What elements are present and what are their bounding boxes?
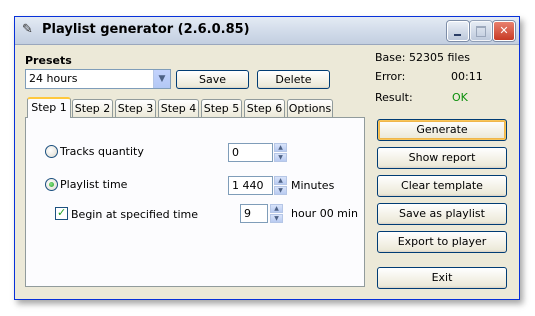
app-icon: ✎ (22, 22, 33, 37)
playlist-time-radio[interactable] (45, 178, 58, 191)
minimize-button[interactable] (447, 21, 469, 41)
show-report-button[interactable]: Show report (377, 147, 507, 169)
playlist-time-input[interactable]: 1 440 (228, 176, 273, 195)
spin-up-icon[interactable]: ▲ (270, 204, 283, 213)
delete-preset-button[interactable]: Delete (257, 70, 330, 89)
tab-step-2[interactable]: Step 2 (72, 99, 113, 117)
spin-up-icon[interactable]: ▲ (274, 176, 287, 185)
tracks-quantity-input[interactable]: 0 (228, 143, 273, 162)
tab-options[interactable]: Options (287, 99, 333, 117)
begin-time-suffix: hour 00 min (291, 207, 358, 220)
playlist-generator-window: ✎ Playlist generator (2.6.0.85) ✕ Preset… (14, 16, 520, 300)
window-title: Playlist generator (2.6.0.85) (42, 22, 250, 37)
tracks-quantity-radio[interactable] (45, 145, 58, 158)
tab-step-1[interactable]: Step 1 (27, 97, 71, 118)
spin-down-icon[interactable]: ▼ (270, 214, 283, 223)
error-label: Error: (375, 70, 406, 83)
save-preset-button[interactable]: Save (176, 70, 249, 89)
spin-up-icon[interactable]: ▲ (274, 143, 287, 152)
spin-down-icon[interactable]: ▼ (274, 153, 287, 162)
spin-down-icon[interactable]: ▼ (274, 186, 287, 195)
close-button[interactable]: ✕ (493, 21, 515, 41)
begin-hour-input[interactable]: 9 (240, 204, 268, 223)
tab-step-6[interactable]: Step 6 (244, 99, 285, 117)
title-bar[interactable]: ✎ Playlist generator (2.6.0.85) ✕ (15, 17, 519, 45)
step-1-panel (25, 117, 365, 287)
presets-label: Presets (25, 54, 72, 67)
playlist-time-label: Playlist time (60, 178, 128, 191)
checkmark-icon: ✓ (57, 206, 67, 219)
playlist-time-unit: Minutes (291, 179, 335, 192)
generate-button[interactable]: Generate (377, 119, 507, 141)
preset-select[interactable]: 24 hours ▼ (25, 69, 171, 89)
begin-at-time-label: Begin at specified time (71, 208, 198, 221)
exit-button[interactable]: Exit (377, 267, 507, 289)
close-icon: ✕ (499, 24, 509, 37)
tracks-quantity-label: Tracks quantity (60, 145, 144, 158)
result-label: Result: (375, 91, 413, 104)
tab-step-3[interactable]: Step 3 (115, 99, 156, 117)
tracks-quantity-stepper[interactable]: ▲ ▼ (274, 143, 287, 162)
result-value: OK (452, 91, 468, 104)
clear-template-button[interactable]: Clear template (377, 175, 507, 197)
playlist-time-stepper[interactable]: ▲ ▼ (274, 176, 287, 195)
begin-at-time-checkbox[interactable]: ✓ (55, 206, 68, 220)
save-as-playlist-button[interactable]: Save as playlist (377, 203, 507, 225)
begin-hour-stepper[interactable]: ▲ ▼ (270, 204, 283, 223)
tab-step-4[interactable]: Step 4 (158, 99, 199, 117)
maximize-button[interactable] (470, 21, 492, 41)
error-value: 00:11 (451, 70, 483, 83)
base-info: Base: 52305 files (375, 51, 470, 64)
export-to-player-button[interactable]: Export to player (377, 231, 507, 253)
tab-step-5[interactable]: Step 5 (201, 99, 242, 117)
preset-select-value: 24 hours (29, 72, 78, 85)
chevron-down-icon[interactable]: ▼ (153, 70, 170, 88)
